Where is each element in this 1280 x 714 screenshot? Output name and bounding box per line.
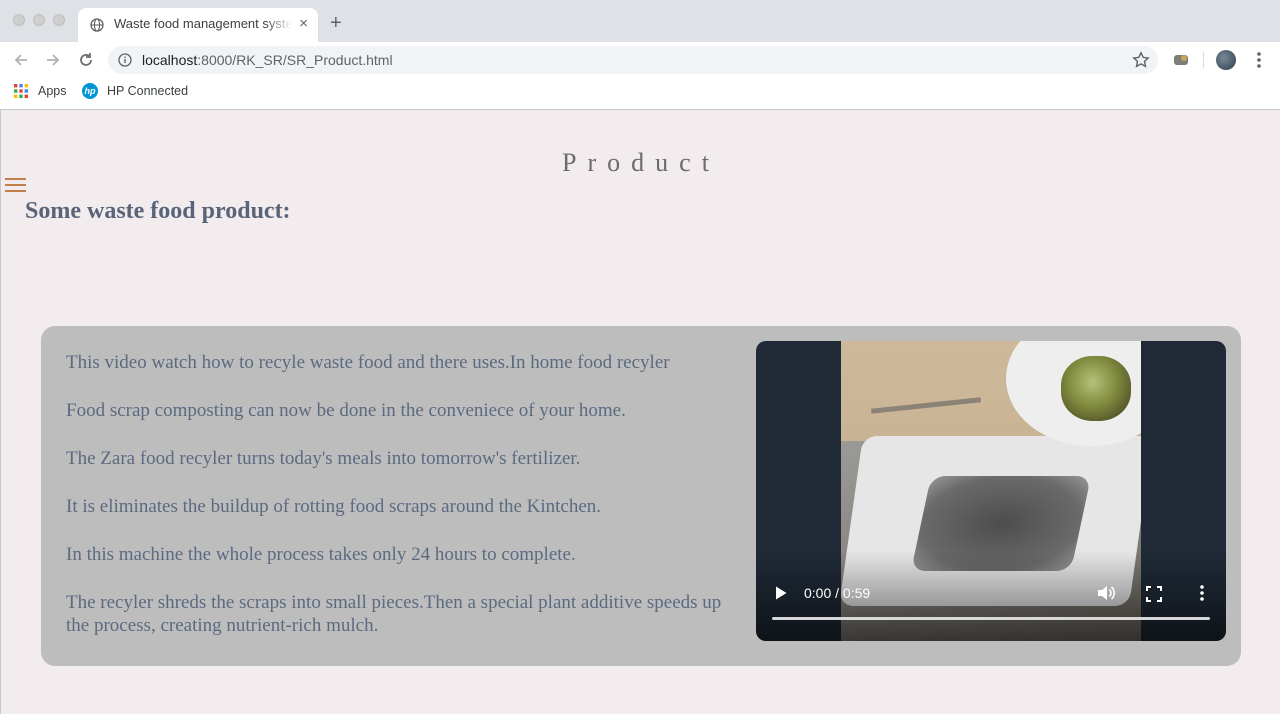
play-icon[interactable] (774, 585, 788, 601)
video-time: 0:00 / 0:59 (804, 585, 871, 601)
window-close-button[interactable] (13, 14, 25, 26)
description-paragraph: The Zara food recyler turns today's meal… (66, 448, 581, 469)
browser-tab-bar: Waste food management system × + (0, 0, 1280, 42)
section-heading: Some waste food product: (25, 198, 291, 224)
window-zoom-button[interactable] (53, 14, 65, 26)
address-bar[interactable]: localhost:8000/RK_SR/SR_Product.html (108, 46, 1158, 74)
description-paragraph: Food scrap composting can now be done in… (66, 400, 626, 421)
video-more-options-icon[interactable] (1194, 584, 1210, 602)
forward-arrow-icon[interactable] (44, 51, 62, 69)
bookmark-star-icon[interactable] (1132, 51, 1150, 69)
browser-menu-icon[interactable] (1250, 50, 1268, 70)
description-paragraph: This video watch how to recyle waste foo… (66, 352, 670, 373)
info-icon[interactable] (118, 53, 132, 67)
bookmark-hp-connected[interactable]: HP Connected (107, 84, 188, 98)
toolbar-separator (1203, 52, 1204, 68)
browser-toolbar: localhost:8000/RK_SR/SR_Product.html (0, 42, 1280, 78)
extension-icon[interactable] (1172, 51, 1190, 69)
hamburger-menu-icon[interactable] (5, 178, 26, 192)
description-paragraph: The recyler shreds the scraps into small… (66, 592, 722, 636)
reload-icon[interactable] (77, 51, 95, 69)
back-arrow-icon[interactable] (12, 51, 30, 69)
profile-avatar[interactable] (1216, 50, 1236, 70)
description-paragraph: It is eliminates the buildup of rotting … (66, 496, 602, 517)
video-progress-bar[interactable] (772, 617, 1210, 620)
volume-icon[interactable] (1096, 584, 1116, 602)
url-path: :8000/RK_SR/SR_Product.html (197, 52, 393, 68)
globe-icon (90, 18, 104, 32)
hp-logo-icon: hp (82, 83, 98, 99)
fullscreen-icon[interactable] (1146, 586, 1162, 602)
product-card: This video watch how to recyle waste foo… (41, 326, 1241, 666)
tab-title: Waste food management system (114, 16, 292, 31)
url-text: localhost:8000/RK_SR/SR_Product.html (142, 52, 393, 68)
browser-tab[interactable]: Waste food management system × (78, 8, 318, 42)
description-paragraph: In this machine the whole process takes … (66, 544, 576, 565)
bookmark-apps[interactable]: Apps (38, 84, 67, 98)
url-host: localhost (142, 52, 198, 68)
page-title: Product (562, 148, 720, 177)
apps-grid-icon[interactable] (14, 84, 28, 98)
video-player[interactable]: 0:00 / 0:59 (756, 341, 1226, 641)
bookmarks-bar (0, 78, 1280, 110)
window-minimize-button[interactable] (33, 14, 45, 26)
new-tab-button[interactable]: + (330, 12, 342, 34)
page-content: Product Some waste food product: This vi… (0, 110, 1280, 714)
tab-close-icon[interactable]: × (299, 15, 308, 33)
